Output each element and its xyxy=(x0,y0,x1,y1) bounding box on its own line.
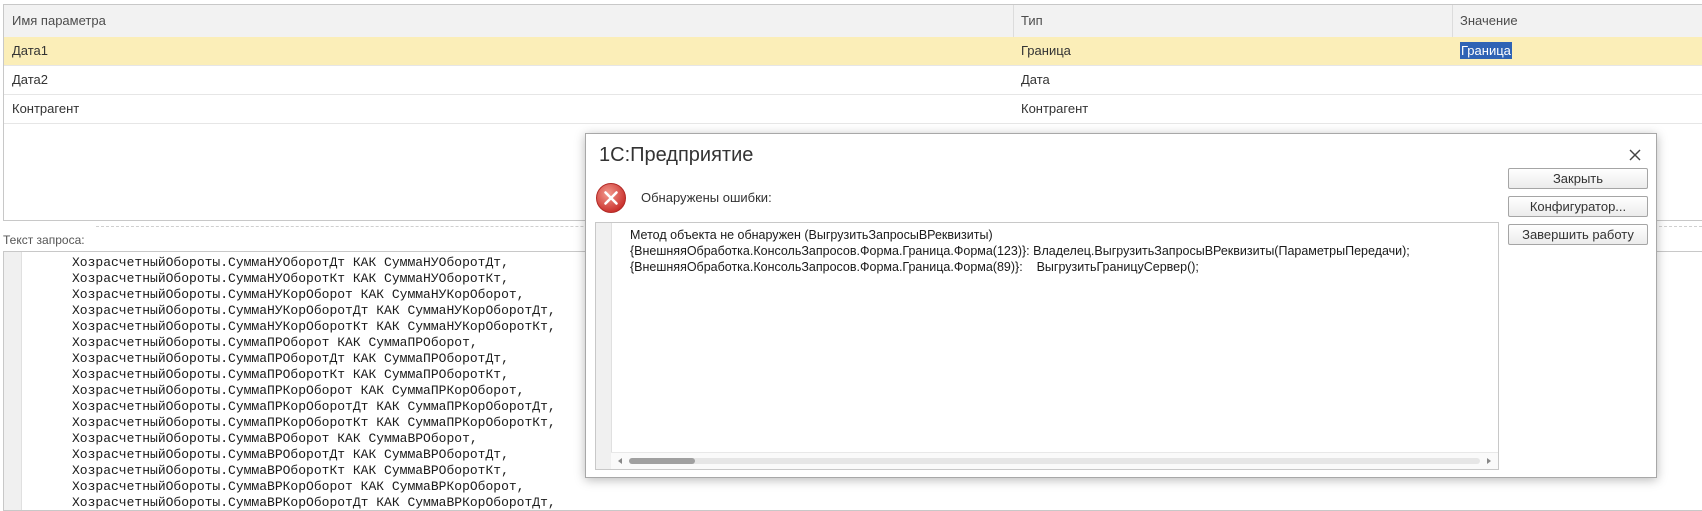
param-type-cell[interactable]: Граница xyxy=(1013,37,1071,65)
column-header-name[interactable]: Имя параметра xyxy=(4,5,106,37)
query-line: ХозрасчетныйОбороты.СуммаВРКорОборот КАК… xyxy=(72,479,525,494)
close-icon[interactable] xyxy=(1624,144,1646,166)
table-header: Имя параметра Тип Значение xyxy=(4,5,1702,38)
query-line: ХозрасчетныйОбороты.СуммаПРОборотКт КАК … xyxy=(72,367,509,382)
query-line: ХозрасчетныйОбороты.СуммаНУКорОборотДт К… xyxy=(72,303,556,318)
error-message-box[interactable]: Метод объекта не обнаружен (ВыгрузитьЗап… xyxy=(595,222,1499,470)
column-separator[interactable] xyxy=(1013,5,1014,37)
query-line: ХозрасчетныйОбороты.СуммаПРКорОборотДт К… xyxy=(72,399,556,414)
error-message-lines[interactable]: Метод объекта не обнаружен (ВыгрузитьЗап… xyxy=(630,227,1410,275)
horizontal-scrollbar[interactable] xyxy=(611,452,1498,469)
error-heading: Обнаружены ошибки: xyxy=(641,190,772,205)
column-header-type[interactable]: Тип xyxy=(1013,5,1043,37)
scroll-right-icon[interactable] xyxy=(1484,456,1494,466)
table-row[interactable]: Контрагент Контрагент xyxy=(4,95,1702,124)
message-line: {ВнешняяОбработка.КонсольЗапросов.Форма.… xyxy=(630,260,1199,274)
query-text-lines[interactable]: ХозрасчетныйОбороты.СуммаНУОборотДт КАК … xyxy=(72,255,556,510)
column-separator[interactable] xyxy=(1452,5,1453,37)
query-line: ХозрасчетныйОбороты.СуммаНУОборотДт КАК … xyxy=(72,255,509,270)
column-header-value[interactable]: Значение xyxy=(1452,5,1518,37)
param-name-cell[interactable]: Дата2 xyxy=(4,66,48,94)
dialog-title: 1С:Предприятие xyxy=(599,144,754,166)
exit-button[interactable]: Завершить работу xyxy=(1508,224,1648,245)
query-line: ХозрасчетныйОбороты.СуммаПРКорОборотКт К… xyxy=(72,415,556,430)
param-value-cell[interactable] xyxy=(1452,95,1460,123)
param-name-cell[interactable]: Дата1 xyxy=(4,37,48,65)
query-line: ХозрасчетныйОбороты.СуммаНУКорОборотКт К… xyxy=(72,319,556,334)
close-button[interactable]: Закрыть xyxy=(1508,168,1648,189)
scroll-left-icon[interactable] xyxy=(615,456,625,466)
query-line: ХозрасчетныйОбороты.СуммаВРОборотКт КАК … xyxy=(72,463,509,478)
table-row[interactable]: Дата1 Граница Граница xyxy=(4,37,1702,66)
error-dialog: 1С:Предприятие Обнаружены ошибки: Метод … xyxy=(585,133,1657,478)
selected-value-text[interactable]: Граница xyxy=(1460,42,1512,59)
table-row[interactable]: Дата2 Дата xyxy=(4,66,1702,95)
query-line: ХозрасчетныйОбороты.СуммаВРОборотДт КАК … xyxy=(72,447,509,462)
query-line: ХозрасчетныйОбороты.СуммаПРОборотДт КАК … xyxy=(72,351,509,366)
error-icon xyxy=(595,182,627,214)
query-line: ХозрасчетныйОбороты.СуммаВРКорОборотДт К… xyxy=(72,495,556,510)
query-line: ХозрасчетныйОбороты.СуммаНУКорОборот КАК… xyxy=(72,287,525,302)
param-type-cell[interactable]: Дата xyxy=(1013,66,1050,94)
query-line: ХозрасчетныйОбороты.СуммаПРКорОборот КАК… xyxy=(72,383,525,398)
scrollbar-track[interactable] xyxy=(629,458,1480,464)
param-name-cell[interactable]: Контрагент xyxy=(4,95,79,123)
query-label: Текст запроса: xyxy=(3,233,85,247)
message-line: {ВнешняяОбработка.КонсольЗапросов.Форма.… xyxy=(630,244,1410,258)
query-line: ХозрасчетныйОбороты.СуммаНУОборотКт КАК … xyxy=(72,271,509,286)
query-line: ХозрасчетныйОбороты.СуммаВРОборот КАК Су… xyxy=(72,431,478,446)
param-type-cell[interactable]: Контрагент xyxy=(1013,95,1088,123)
message-line: Метод объекта не обнаружен (ВыгрузитьЗап… xyxy=(630,228,993,242)
message-gutter xyxy=(596,223,612,469)
param-value-cell[interactable]: Граница xyxy=(1452,37,1512,65)
param-value-cell[interactable] xyxy=(1452,66,1460,94)
query-gutter xyxy=(4,252,22,510)
query-line: ХозрасчетныйОбороты.СуммаПРОборот КАК Су… xyxy=(72,335,478,350)
configurator-button[interactable]: Конфигуратор... xyxy=(1508,196,1648,217)
scrollbar-thumb[interactable] xyxy=(629,458,695,464)
